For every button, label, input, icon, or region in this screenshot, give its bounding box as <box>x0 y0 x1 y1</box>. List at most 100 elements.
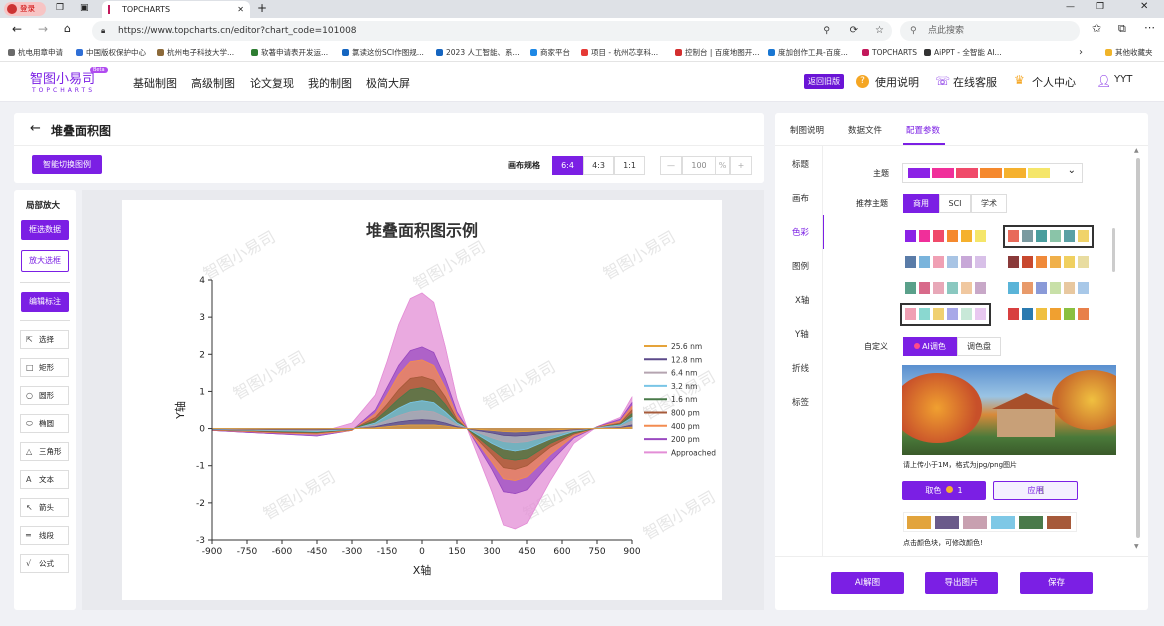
bookmark[interactable]: 中国版权保护中心 <box>76 44 146 62</box>
ai-color-tab[interactable]: AI调色 <box>903 337 957 356</box>
favorite-star-icon[interactable]: ☆ <box>875 21 884 41</box>
browser-tab[interactable]: TOPCHARTS ✕ <box>102 1 250 18</box>
nav-my-charts[interactable]: 我的制图 <box>308 75 352 91</box>
minimize-icon[interactable]: — <box>1066 2 1075 12</box>
select-data-button[interactable]: 框选数据 <box>21 220 69 240</box>
more-icon[interactable]: ⋯ <box>1144 21 1155 34</box>
palette-option[interactable] <box>1003 225 1094 248</box>
palette-option[interactable] <box>1005 253 1092 272</box>
tab-chart-description[interactable]: 制图说明 <box>790 124 824 136</box>
help-link[interactable]: 使用说明 <box>875 74 919 90</box>
favorites-icon[interactable]: ✩ <box>1092 22 1101 35</box>
palette-option[interactable] <box>902 253 989 272</box>
bookmark[interactable]: 项目 - 杭州芯享科... <box>581 44 658 62</box>
bookmark-folder[interactable]: 其他收藏夹 <box>1105 44 1153 62</box>
side-legend[interactable]: 图例 <box>792 260 809 272</box>
tab-config-params[interactable]: 配置参数 <box>906 124 940 136</box>
palette-scrollbar[interactable] <box>1112 228 1115 272</box>
username[interactable]: YYT <box>1114 74 1132 85</box>
old-version-button[interactable]: 返回旧版 <box>804 74 844 89</box>
uploaded-image[interactable] <box>902 365 1116 455</box>
chart-canvas[interactable]: 智图小易司 智图小易司 智图小易司 智图小易司 智图小易司 智图小易司 智图小易司 智图小易司… <box>122 200 722 600</box>
tool-triangle[interactable]: △ 三角形 <box>20 442 69 461</box>
edit-annotation-button[interactable]: 编辑标注 <box>21 292 69 312</box>
nav-advanced[interactable]: 高级制图 <box>191 75 235 91</box>
palette-option[interactable] <box>1005 305 1092 324</box>
bookmark[interactable]: 软著申请表开发运... <box>251 44 328 62</box>
back-icon[interactable]: ← <box>12 22 22 36</box>
ratio-1-1[interactable]: 1:1 <box>614 156 645 175</box>
recommend-commercial[interactable]: 商用 <box>903 194 939 213</box>
picked-color-swatch[interactable] <box>907 516 931 529</box>
ratio-6-4[interactable]: 6:4 <box>552 156 583 175</box>
bookmark[interactable]: 2023 人工智能、系... <box>436 44 520 62</box>
config-scrollbar[interactable] <box>1136 158 1140 538</box>
tool-arrow[interactable]: ↖ 箭头 <box>20 498 69 517</box>
tool-formula[interactable]: √ 公式 <box>20 554 69 573</box>
recommend-sci[interactable]: SCI <box>939 194 971 213</box>
bookmark[interactable]: 杭电用章申请 <box>8 44 63 62</box>
zoom-box-button[interactable]: 放大选框 <box>21 250 69 272</box>
picked-color-swatch[interactable] <box>963 516 987 529</box>
ratio-4-3[interactable]: 4:3 <box>583 156 614 175</box>
bookmark[interactable]: 商家平台 <box>530 44 570 62</box>
side-title[interactable]: 标题 <box>792 158 809 170</box>
restore-icon[interactable]: ❐ <box>1096 2 1104 12</box>
browser-search-field[interactable]: ⚲ 点此搜索 <box>900 21 1080 41</box>
tool-line[interactable]: ═ 线段 <box>20 526 69 545</box>
side-line[interactable]: 折线 <box>792 362 809 374</box>
bookmarks-overflow-icon[interactable]: › <box>1079 44 1083 62</box>
palette-option[interactable] <box>1005 279 1092 298</box>
home-icon[interactable]: ⌂ <box>64 22 71 35</box>
tool-circle[interactable]: ○ 圆形 <box>20 386 69 405</box>
zoom-plus-button[interactable]: + <box>730 156 752 175</box>
bookmark[interactable]: 控制台 | 百度地图开... <box>675 44 759 62</box>
pick-color-button[interactable]: 取色 1 <box>902 481 986 500</box>
tabs-icon[interactable]: ▣ <box>80 3 89 13</box>
tool-ellipse[interactable]: ⬭ 椭圆 <box>20 414 69 433</box>
back-arrow-icon[interactable]: ← <box>30 121 41 136</box>
extensions-icon[interactable]: ⧉ <box>1118 22 1126 36</box>
tab-close-icon[interactable]: ✕ <box>237 1 244 18</box>
save-button[interactable]: 保存 <box>1020 572 1093 594</box>
picked-color-swatch[interactable] <box>1047 516 1071 529</box>
nav-basic[interactable]: 基础制图 <box>133 75 177 91</box>
picked-color-swatch[interactable] <box>991 516 1015 529</box>
recommend-academic[interactable]: 学术 <box>971 194 1007 213</box>
personal-center-link[interactable]: 个人中心 <box>1032 74 1076 90</box>
ai-analyze-button[interactable]: AI解图 <box>831 572 904 594</box>
tab-data-file[interactable]: 数据文件 <box>848 124 882 136</box>
palette-tab[interactable]: 调色盘 <box>957 337 1001 356</box>
zoom-minus-button[interactable]: — <box>660 156 682 175</box>
bookmark[interactable]: 度加创作工具-百度... <box>768 44 848 62</box>
palette-option[interactable] <box>902 227 989 246</box>
zoom-input[interactable]: 100 <box>682 156 716 175</box>
login-button[interactable]: 登录 <box>4 2 46 16</box>
tool-text[interactable]: A 文本 <box>20 470 69 489</box>
zoom-page-icon[interactable]: ⚲ <box>823 21 830 41</box>
palette-option[interactable] <box>902 279 989 298</box>
apply-button[interactable]: 应用 <box>993 481 1078 500</box>
tool-select[interactable]: ⇱ 选择 <box>20 330 69 349</box>
palette-option[interactable] <box>900 303 991 326</box>
bookmark[interactable]: 杭州电子科技大学... <box>157 44 234 62</box>
nav-dashboard[interactable]: 极简大屏 <box>366 75 410 91</box>
service-link[interactable]: 在线客服 <box>953 74 997 90</box>
scroll-up-icon[interactable]: ▲ <box>1134 147 1139 154</box>
side-x-axis[interactable]: X轴 <box>795 294 809 306</box>
smart-switch-button[interactable]: 智能切换图例 <box>32 155 102 174</box>
picked-color-swatch[interactable] <box>1019 516 1043 529</box>
logo[interactable]: 智图小易司 <box>30 68 95 87</box>
scroll-down-icon[interactable]: ▼ <box>1134 543 1139 550</box>
side-canvas[interactable]: 画布 <box>792 192 809 204</box>
new-tab-icon[interactable]: + <box>257 1 267 15</box>
picked-color-swatch[interactable] <box>935 516 959 529</box>
side-y-axis[interactable]: Y轴 <box>795 328 809 340</box>
side-label[interactable]: 标签 <box>792 396 809 408</box>
close-window-icon[interactable]: ✕ <box>1140 1 1148 12</box>
bookmark[interactable]: TOPCHARTS <box>862 44 917 62</box>
tool-rectangle[interactable]: □ 矩形 <box>20 358 69 377</box>
bookmark[interactable]: AiPPT - 全智能 AI... <box>924 44 1002 62</box>
nav-paper[interactable]: 论文复现 <box>250 75 294 91</box>
url-field[interactable]: 🔒︎ https://www.topcharts.cn/editor?chart… <box>92 21 892 41</box>
